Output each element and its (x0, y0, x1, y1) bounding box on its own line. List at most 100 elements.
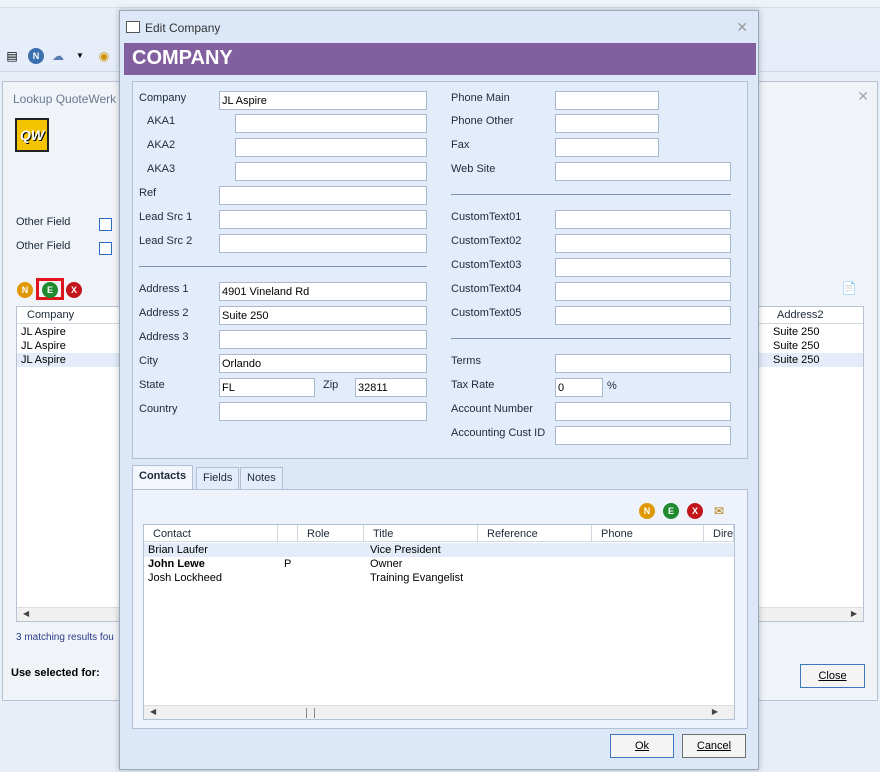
ok-button[interactable]: Ok (610, 734, 674, 758)
column-flag[interactable] (278, 525, 298, 542)
new-button[interactable]: N (17, 282, 33, 298)
phone-other-field[interactable] (555, 114, 659, 133)
customtext05-field[interactable] (555, 306, 731, 325)
web-site-field[interactable] (555, 162, 731, 181)
close-icon[interactable]: ✕ (857, 88, 869, 105)
address-2-field[interactable] (219, 306, 427, 325)
scroll-left-icon[interactable]: ◀ (23, 609, 29, 618)
tab-fields[interactable]: Fields (196, 467, 240, 489)
accounting-cust-id-label: Accounting Cust ID (451, 427, 546, 439)
lookup-title: Lookup QuoteWerk (13, 92, 117, 106)
other-field-checkbox-1[interactable] (99, 218, 112, 231)
customtext03-field[interactable] (555, 258, 731, 277)
city-label: City (139, 355, 158, 367)
table-row[interactable]: JL Aspire (21, 340, 66, 352)
use-selected-label: Use selected for: (11, 667, 100, 679)
customtext02-field[interactable] (555, 234, 731, 253)
aka3-label: AKA3 (147, 163, 176, 175)
customtext04-label: CustomText04 (451, 283, 522, 295)
quotewerks-logo: QW (15, 118, 49, 152)
scroll-left-icon[interactable]: ◀ (150, 707, 156, 716)
terms-field[interactable] (555, 354, 731, 373)
column-title[interactable]: Title (364, 525, 478, 542)
country-label: Country (139, 403, 178, 415)
table-cell[interactable]: Suite 250 (773, 340, 819, 352)
dropdown-arrow-icon[interactable]: ▼ (72, 48, 88, 64)
new-contact-button[interactable]: N (639, 503, 655, 519)
city-field[interactable] (219, 354, 427, 373)
table-row[interactable]: Brian Laufer Vice President (144, 543, 734, 557)
table-row[interactable]: John Lewe P Owner (144, 557, 734, 571)
ref-field[interactable] (219, 186, 427, 205)
aka3-field[interactable] (235, 162, 427, 181)
horizontal-scrollbar[interactable]: ◀ ▶ (144, 705, 734, 719)
column-reference[interactable]: Reference (478, 525, 592, 542)
other-field-label-1: Other Field (16, 216, 71, 228)
column-direct[interactable]: Dire (704, 525, 734, 542)
cancel-button[interactable]: Cancel (682, 734, 746, 758)
export-icon[interactable]: 📄 (841, 280, 857, 296)
aka2-field[interactable] (235, 138, 427, 157)
edit-contact-button[interactable]: E (663, 503, 679, 519)
state-label: State (139, 379, 165, 391)
terms-label: Terms (451, 355, 481, 367)
phone-main-field[interactable] (555, 91, 659, 110)
contacts-grid[interactable]: Contact Role Title Reference Phone Dire … (143, 524, 735, 720)
delete-contact-button[interactable]: X (687, 503, 703, 519)
window-icon (126, 21, 140, 33)
contact-name: Brian Laufer (148, 544, 208, 556)
banner-title: COMPANY (132, 47, 233, 69)
table-row[interactable]: JL Aspire (21, 354, 66, 366)
column-company[interactable]: Company (27, 309, 74, 321)
company-field[interactable] (219, 91, 427, 110)
edit-button[interactable]: E (42, 282, 58, 298)
table-row[interactable]: Josh Lockheed Training Evangelist (144, 571, 734, 585)
tab-notes[interactable]: Notes (240, 467, 283, 489)
table-cell[interactable]: Suite 250 (773, 326, 819, 338)
account-number-field[interactable] (555, 402, 731, 421)
column-phone[interactable]: Phone (592, 525, 704, 542)
close-button[interactable]: Close (800, 664, 865, 688)
delete-button[interactable]: X (66, 282, 82, 298)
scroll-right-icon[interactable]: ▶ (851, 609, 857, 618)
n-badge-icon[interactable]: N (28, 48, 44, 64)
column-contact[interactable]: Contact (144, 525, 278, 542)
country-field[interactable] (219, 402, 427, 421)
customtext03-label: CustomText03 (451, 259, 522, 271)
tab-contacts[interactable]: Contacts (132, 465, 194, 489)
customtext01-label: CustomText01 (451, 211, 522, 223)
contact-card-icon[interactable]: ▤ (4, 48, 20, 64)
address-3-field[interactable] (219, 330, 427, 349)
customtext01-field[interactable] (555, 210, 731, 229)
table-row[interactable]: JL Aspire (21, 326, 66, 338)
fax-field[interactable] (555, 138, 659, 157)
address-1-field[interactable] (219, 282, 427, 301)
map-pin-check-icon[interactable]: ◉ (96, 48, 112, 64)
customtext02-label: CustomText02 (451, 235, 522, 247)
tax-rate-field[interactable] (555, 378, 603, 397)
customtext05-label: CustomText05 (451, 307, 522, 319)
zip-field[interactable] (355, 378, 427, 397)
address-1-label: Address 1 (139, 283, 189, 295)
accounting-cust-id-field[interactable] (555, 426, 731, 445)
column-role[interactable]: Role (298, 525, 364, 542)
lead-src-2-field[interactable] (219, 234, 427, 253)
lead-src-1-field[interactable] (219, 210, 427, 229)
other-field-checkbox-2[interactable] (99, 242, 112, 255)
customtext04-field[interactable] (555, 282, 731, 301)
dialog-titlebar: Edit Company ✕ (120, 11, 758, 43)
company-label: Company (139, 92, 187, 104)
address-2-label: Address 2 (139, 307, 189, 319)
close-icon[interactable]: ✕ (736, 19, 748, 36)
scroll-right-icon[interactable]: ▶ (712, 707, 718, 716)
aka1-field[interactable] (235, 114, 427, 133)
state-field[interactable] (219, 378, 315, 397)
email-icon[interactable]: ✉ (711, 503, 727, 519)
table-cell[interactable]: Suite 250 (773, 354, 819, 366)
contact-flag: P (284, 558, 292, 570)
scroll-thumb[interactable] (306, 708, 315, 718)
lead-src-2-label: Lead Src 2 (139, 235, 193, 247)
results-status: 3 matching results fou (16, 632, 114, 643)
chat-icon[interactable]: ☁ (50, 48, 66, 64)
column-address2[interactable]: Address2 (777, 309, 823, 321)
